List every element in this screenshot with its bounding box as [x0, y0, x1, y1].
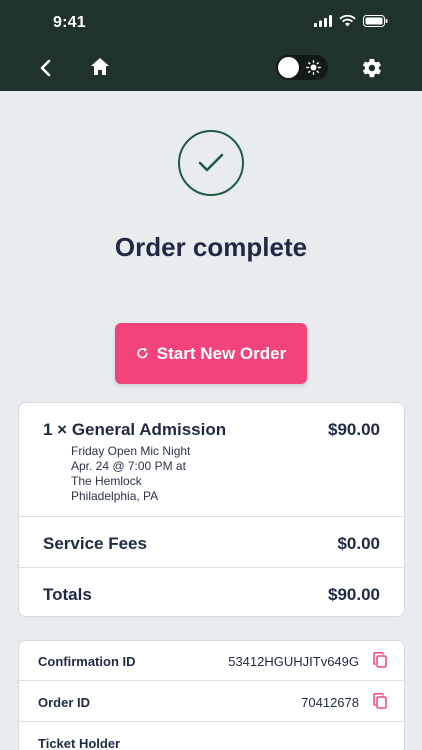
refresh-icon: [137, 347, 148, 359]
order-id-value: 70412678: [301, 695, 359, 710]
event-date: Apr. 24 @ 7:00 PM at: [71, 459, 186, 473]
status-icons: [314, 15, 388, 27]
settings-button[interactable]: [361, 57, 383, 79]
check-icon: [198, 153, 224, 172]
event-name: Friday Open Mic Night: [71, 444, 191, 458]
totals-label: Totals: [43, 585, 92, 604]
copy-confirmation-id-icon[interactable]: [373, 652, 387, 668]
item-price: $90.00: [328, 420, 380, 439]
home-icon: [91, 58, 109, 75]
event-venue: The Hemlock: [71, 474, 142, 488]
toggle-knob: [278, 57, 299, 78]
item-title: 1 × General Admission: [43, 420, 227, 439]
success-check-badge: [178, 130, 244, 196]
event-location: Philadelphia, PA: [71, 489, 159, 503]
back-button[interactable]: [35, 56, 57, 80]
ticket-holder-label: Ticket Holder: [38, 736, 121, 750]
divider: [19, 680, 404, 681]
page-title: Order complete: [114, 232, 308, 262]
home-button[interactable]: [88, 55, 112, 79]
confirmation-id-value: 53412HGUHJITv649G: [228, 654, 359, 669]
order-summary-card: 1 × General Admission $90.00 Friday Open…: [18, 402, 405, 617]
order-info-card: Confirmation ID 53412HGUHJITv649G Order …: [18, 640, 405, 750]
wifi-icon: [339, 15, 356, 27]
copy-order-id-icon[interactable]: [373, 693, 387, 709]
divider: [19, 721, 404, 722]
start-new-order-label: Start New Order: [156, 343, 287, 363]
theme-toggle[interactable]: [276, 55, 328, 80]
chevron-left-icon: [40, 59, 51, 77]
battery-icon: [363, 15, 388, 27]
divider: [19, 516, 404, 517]
order-id-label: Order ID: [38, 695, 91, 710]
confirmation-id-label: Confirmation ID: [38, 654, 136, 669]
start-new-order-button[interactable]: Start New Order: [115, 323, 307, 384]
service-fees-value: $0.00: [337, 534, 380, 553]
status-time: 9:41: [53, 14, 86, 31]
gear-icon: [362, 58, 381, 78]
divider: [19, 567, 404, 568]
service-fees-label: Service Fees: [43, 534, 147, 553]
totals-value: $90.00: [328, 585, 380, 604]
sun-icon: [306, 60, 321, 75]
top-bar: 9:41: [0, 0, 422, 91]
signal-icon: [314, 15, 332, 27]
